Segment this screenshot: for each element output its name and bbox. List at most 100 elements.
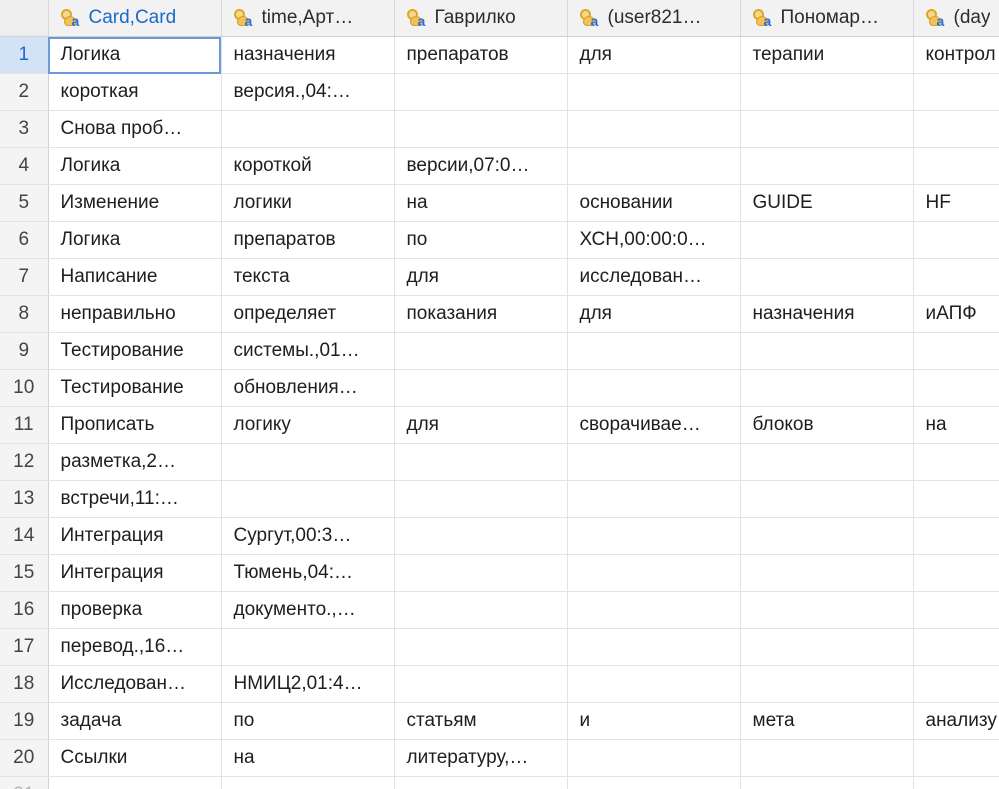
data-cell[interactable] (221, 443, 395, 481)
data-cell[interactable]: сворачивае… (567, 406, 741, 444)
data-cell[interactable] (394, 517, 568, 555)
data-cell[interactable]: неправильно (48, 295, 222, 333)
row-number-cell[interactable]: 12 (0, 443, 49, 481)
data-cell[interactable]: короткая (48, 73, 222, 111)
data-cell[interactable]: на (221, 739, 395, 777)
column-header[interactable]: a Card,Card (48, 0, 222, 37)
data-cell[interactable]: версии,07:0… (394, 147, 568, 185)
data-cell[interactable]: документо.,… (221, 591, 395, 629)
data-cell[interactable] (740, 591, 914, 629)
data-cell[interactable]: Интеграция (48, 554, 222, 592)
data-cell[interactable]: Логика (48, 36, 222, 74)
row-number-cell[interactable]: 16 (0, 591, 49, 629)
data-cell[interactable]: определяет (221, 295, 395, 333)
data-cell[interactable] (740, 517, 914, 555)
data-cell[interactable] (567, 147, 741, 185)
data-cell[interactable]: задача (48, 702, 222, 740)
row-number-cell[interactable]: 1 (0, 36, 49, 74)
corner-cell[interactable] (0, 0, 49, 37)
data-cell[interactable]: встречи,11:… (48, 480, 222, 518)
data-cell[interactable] (567, 369, 741, 407)
column-header[interactable]: a Пономар… (740, 0, 914, 37)
row-number-cell[interactable]: 18 (0, 665, 49, 703)
row-number-cell[interactable]: 10 (0, 369, 49, 407)
data-cell[interactable]: по (394, 221, 568, 259)
data-cell[interactable] (913, 591, 999, 629)
data-cell[interactable]: Написание (48, 258, 222, 296)
data-cell[interactable] (394, 776, 568, 789)
data-cell[interactable] (221, 776, 395, 789)
data-cell[interactable]: проверка (48, 591, 222, 629)
data-cell[interactable]: по (221, 702, 395, 740)
data-cell[interactable] (221, 480, 395, 518)
data-cell[interactable]: мета (740, 702, 914, 740)
row-number-cell[interactable]: 13 (0, 480, 49, 518)
row-number-cell[interactable]: 11 (0, 406, 49, 444)
data-cell[interactable] (740, 739, 914, 777)
row-number-cell[interactable]: 2 (0, 73, 49, 111)
data-cell[interactable] (913, 443, 999, 481)
data-cell[interactable] (740, 776, 914, 789)
row-number-cell[interactable]: 20 (0, 739, 49, 777)
data-cell[interactable] (221, 110, 395, 148)
data-cell[interactable] (567, 110, 741, 148)
data-cell[interactable] (913, 221, 999, 259)
row-number-cell[interactable]: 9 (0, 332, 49, 370)
data-cell[interactable] (394, 443, 568, 481)
data-cell[interactable] (394, 628, 568, 666)
data-cell[interactable] (913, 739, 999, 777)
row-number-cell[interactable]: 21 (0, 776, 49, 789)
data-cell[interactable] (913, 665, 999, 703)
data-cell[interactable] (567, 739, 741, 777)
data-cell[interactable]: ХСН,00:00:0… (567, 221, 741, 259)
data-cell[interactable]: Логика (48, 221, 222, 259)
data-cell[interactable]: разметка,2… (48, 443, 222, 481)
data-cell[interactable]: на (913, 406, 999, 444)
data-cell[interactable] (567, 443, 741, 481)
data-cell[interactable]: перевод.,16… (48, 628, 222, 666)
data-cell[interactable]: контрол (913, 36, 999, 74)
column-header[interactable]: a (user821… (567, 0, 741, 37)
data-cell[interactable] (567, 591, 741, 629)
row-number-cell[interactable]: 15 (0, 554, 49, 592)
data-cell[interactable]: иАПФ (913, 295, 999, 333)
data-cell[interactable] (913, 147, 999, 185)
data-cell[interactable] (913, 776, 999, 789)
data-cell[interactable] (48, 776, 222, 789)
data-cell[interactable] (913, 517, 999, 555)
data-cell[interactable] (567, 73, 741, 111)
data-cell[interactable]: показания (394, 295, 568, 333)
data-cell[interactable]: Тюмень,04:… (221, 554, 395, 592)
data-cell[interactable] (394, 591, 568, 629)
data-cell[interactable] (913, 480, 999, 518)
data-cell[interactable] (913, 369, 999, 407)
data-cell[interactable]: терапии (740, 36, 914, 74)
data-cell[interactable]: GUIDE (740, 184, 914, 222)
data-cell[interactable] (567, 776, 741, 789)
data-cell[interactable]: для (394, 406, 568, 444)
data-cell[interactable] (394, 665, 568, 703)
data-cell[interactable]: Тестирование (48, 332, 222, 370)
data-cell[interactable]: текста (221, 258, 395, 296)
data-cell[interactable]: Снова проб… (48, 110, 222, 148)
data-cell[interactable] (394, 369, 568, 407)
data-cell[interactable] (394, 110, 568, 148)
data-cell[interactable] (740, 554, 914, 592)
data-cell[interactable]: системы.,01… (221, 332, 395, 370)
row-number-cell[interactable]: 5 (0, 184, 49, 222)
data-cell[interactable]: блоков (740, 406, 914, 444)
data-cell[interactable] (394, 480, 568, 518)
data-cell[interactable] (913, 258, 999, 296)
data-cell[interactable]: препаратов (394, 36, 568, 74)
data-cell[interactable] (740, 258, 914, 296)
data-cell[interactable]: для (567, 295, 741, 333)
data-cell[interactable]: Ссылки (48, 739, 222, 777)
data-cell[interactable]: обновления… (221, 369, 395, 407)
data-cell[interactable] (394, 554, 568, 592)
data-cell[interactable]: логики (221, 184, 395, 222)
row-number-cell[interactable]: 19 (0, 702, 49, 740)
row-number-cell[interactable]: 6 (0, 221, 49, 259)
data-cell[interactable] (740, 110, 914, 148)
data-cell[interactable] (740, 221, 914, 259)
data-cell[interactable]: основании (567, 184, 741, 222)
